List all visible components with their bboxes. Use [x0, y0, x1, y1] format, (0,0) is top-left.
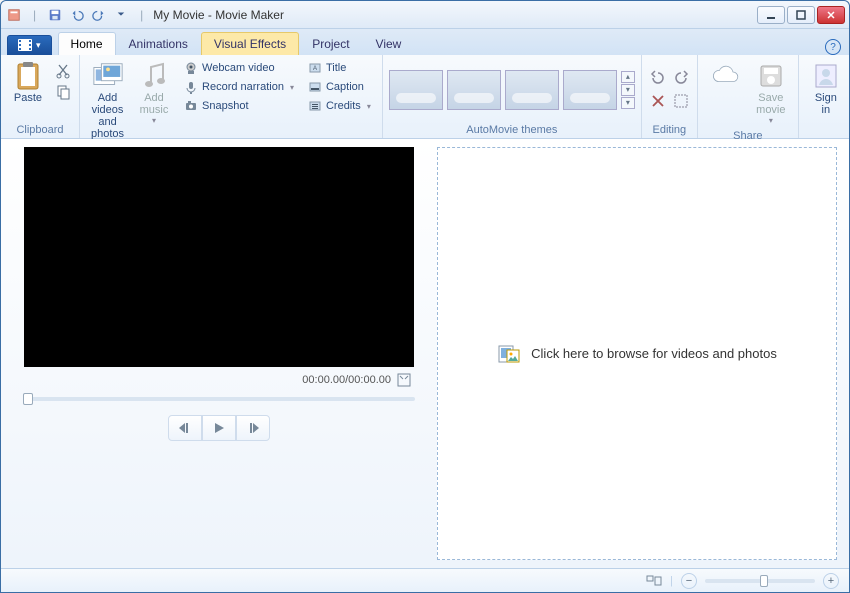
file-menu-button[interactable]: ▾	[7, 35, 52, 55]
cloud-icon	[709, 60, 741, 92]
window-title: My Movie - Movie Maker	[149, 8, 757, 22]
automovie-theme-2[interactable]	[447, 70, 501, 110]
group-editing: Editing	[642, 55, 698, 138]
automovie-theme-1[interactable]	[389, 70, 443, 110]
select-all-icon[interactable]	[671, 91, 691, 111]
add-videos-photos-button[interactable]: Add videos and photos	[86, 57, 129, 143]
tab-project[interactable]: Project	[299, 32, 362, 55]
group-signin: Sign in	[799, 55, 850, 138]
ribbon-tabs: ▾ Home Animations Visual Effects Project…	[1, 29, 849, 55]
zoom-in-button[interactable]: +	[823, 573, 839, 589]
save-icon[interactable]	[46, 6, 64, 24]
gallery-nav: ▴ ▾ ▾	[621, 71, 635, 109]
timeline-placeholder-text: Click here to browse for videos and phot…	[531, 346, 777, 361]
ribbon: Paste Clipboard Add videos and photos Ad…	[1, 55, 849, 139]
title-button[interactable]: ATitle	[303, 59, 376, 77]
help-icon[interactable]: ?	[825, 39, 841, 55]
save-movie-icon	[755, 60, 787, 92]
gallery-up-icon[interactable]: ▴	[621, 71, 635, 83]
video-preview[interactable]	[24, 147, 414, 367]
cut-icon[interactable]	[53, 61, 73, 81]
quick-access-toolbar: | ⏷ |	[5, 6, 149, 24]
close-button[interactable]	[817, 6, 845, 24]
caption-button[interactable]: Caption	[303, 78, 376, 96]
status-bar: | − +	[1, 568, 849, 592]
snapshot-button[interactable]: Snapshot	[179, 97, 299, 115]
group-share: Save movie ▾ Share	[698, 55, 799, 138]
fullscreen-icon[interactable]	[397, 373, 411, 387]
next-frame-button[interactable]	[236, 415, 270, 441]
group-editing-label: Editing	[648, 122, 691, 138]
caption-icon	[308, 80, 322, 94]
zoom-slider[interactable]	[705, 579, 815, 583]
undo-icon[interactable]	[68, 6, 86, 24]
rotate-left-icon[interactable]	[648, 68, 668, 88]
title-icon: A	[308, 61, 322, 75]
zoom-out-button[interactable]: −	[681, 573, 697, 589]
group-clipboard-label: Clipboard	[7, 122, 73, 138]
paste-label: Paste	[14, 92, 42, 104]
qat-customize-icon[interactable]: ⏷	[112, 6, 130, 24]
user-icon	[810, 60, 842, 92]
group-clipboard: Paste Clipboard	[1, 55, 80, 138]
skydrive-button[interactable]	[704, 57, 746, 95]
maximize-button[interactable]	[787, 6, 815, 24]
app-icon[interactable]	[5, 6, 23, 24]
paste-button[interactable]: Paste	[7, 57, 49, 107]
timeline-drop-area[interactable]: Click here to browse for videos and phot…	[437, 147, 837, 560]
microphone-icon	[184, 80, 198, 94]
save-movie-button[interactable]: Save movie ▾	[750, 57, 792, 128]
camera-icon	[184, 99, 198, 113]
seek-knob[interactable]	[23, 393, 33, 405]
group-add: Add videos and photos Add music ▾ Webcam…	[80, 55, 383, 138]
filmstrip-photo-icon	[497, 342, 521, 366]
seek-slider[interactable]	[23, 397, 415, 401]
workspace: 00:00.00/00:00.00 Click here to browse f…	[1, 139, 849, 568]
add-music-button[interactable]: Add music ▾	[133, 57, 175, 128]
automovie-theme-3[interactable]	[505, 70, 559, 110]
credits-button[interactable]: Credits▾	[303, 97, 376, 115]
preview-pane: 00:00.00/00:00.00	[9, 147, 429, 560]
remove-icon[interactable]	[648, 91, 668, 111]
tab-home[interactable]: Home	[58, 32, 116, 55]
timecode: 00:00.00/00:00.00	[302, 374, 391, 386]
music-note-icon	[138, 60, 170, 92]
credits-icon	[308, 99, 322, 113]
tab-animations[interactable]: Animations	[116, 32, 201, 55]
record-narration-button[interactable]: Record narration▾	[179, 78, 299, 96]
sign-in-button[interactable]: Sign in	[805, 57, 847, 119]
gallery-more-icon[interactable]: ▾	[621, 97, 635, 109]
thumbnail-size-icon[interactable]	[646, 574, 662, 588]
title-bar: | ⏷ | My Movie - Movie Maker	[1, 1, 849, 29]
window-controls	[757, 6, 845, 24]
app-window: | ⏷ | My Movie - Movie Maker ▾ Home Anim…	[0, 0, 850, 593]
play-button[interactable]	[202, 415, 236, 441]
rotate-right-icon[interactable]	[671, 68, 691, 88]
automovie-theme-4[interactable]	[563, 70, 617, 110]
add-videos-photos-label: Add videos and photos	[91, 92, 124, 140]
webcam-video-button[interactable]: Webcam video	[179, 59, 299, 77]
gallery-down-icon[interactable]: ▾	[621, 84, 635, 96]
group-automovie-label: AutoMovie themes	[389, 122, 635, 138]
webcam-icon	[184, 61, 198, 75]
filmstrip-icon	[18, 39, 32, 51]
minimize-button[interactable]	[757, 6, 785, 24]
photo-stack-icon	[92, 60, 124, 92]
sign-in-label: Sign in	[815, 92, 837, 116]
clipboard-icon	[12, 60, 44, 92]
prev-frame-button[interactable]	[168, 415, 202, 441]
redo-icon[interactable]	[90, 6, 108, 24]
tab-visual-effects[interactable]: Visual Effects	[201, 32, 299, 55]
transport-controls	[9, 415, 429, 441]
zoom-knob[interactable]	[760, 575, 768, 587]
save-movie-label: Save movie	[756, 92, 785, 116]
add-music-label: Add music	[140, 92, 169, 116]
tab-view[interactable]: View	[363, 32, 415, 55]
copy-icon[interactable]	[53, 82, 73, 102]
svg-text:A: A	[313, 66, 317, 72]
group-automovie: ▴ ▾ ▾ AutoMovie themes	[383, 55, 642, 138]
